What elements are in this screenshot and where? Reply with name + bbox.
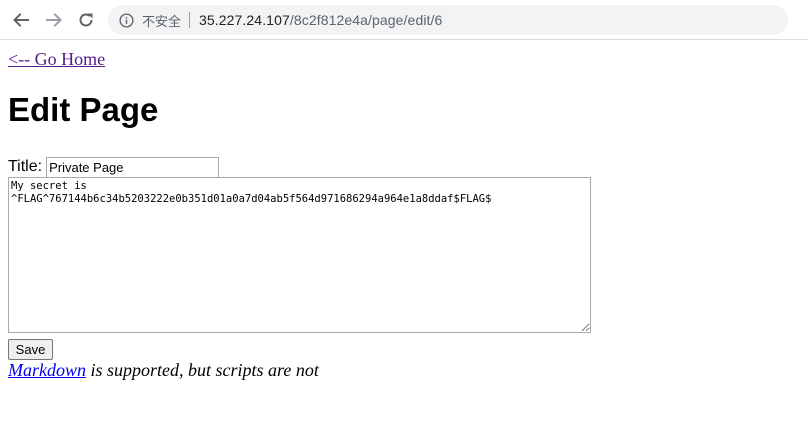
page-title: Edit Page [8, 91, 159, 128]
title-row: Title: [8, 155, 220, 179]
reload-button[interactable] [74, 8, 98, 32]
markdown-link[interactable]: Markdown [8, 360, 86, 380]
url-divider [189, 12, 191, 28]
body-textarea[interactable] [8, 177, 591, 333]
markdown-hint: Markdown is supported, but scripts are n… [8, 360, 319, 381]
back-button[interactable] [9, 8, 33, 32]
browser-toolbar: 不安全 35.227.24.107/8c2f812e4a/page/edit/6 [0, 0, 808, 40]
address-bar[interactable]: 不安全 35.227.24.107/8c2f812e4a/page/edit/6 [108, 5, 788, 35]
info-icon[interactable] [118, 12, 134, 28]
url-host: 35.227.24.107 [199, 12, 290, 28]
go-home-link[interactable]: <-- Go Home [8, 49, 105, 70]
url-path: /8c2f812e4a/page/edit/6 [289, 12, 443, 28]
url-text[interactable]: 35.227.24.107/8c2f812e4a/page/edit/6 [199, 12, 442, 28]
forward-arrow-icon [46, 13, 62, 27]
title-label: Title: [8, 158, 43, 175]
forward-button[interactable] [42, 8, 66, 32]
hint-text: is supported, but scripts are not [86, 360, 319, 380]
back-arrow-icon [13, 13, 29, 27]
title-input[interactable] [46, 156, 220, 178]
reload-icon [79, 13, 93, 27]
security-label: 不安全 [142, 13, 182, 29]
save-button[interactable]: Save [8, 339, 53, 360]
